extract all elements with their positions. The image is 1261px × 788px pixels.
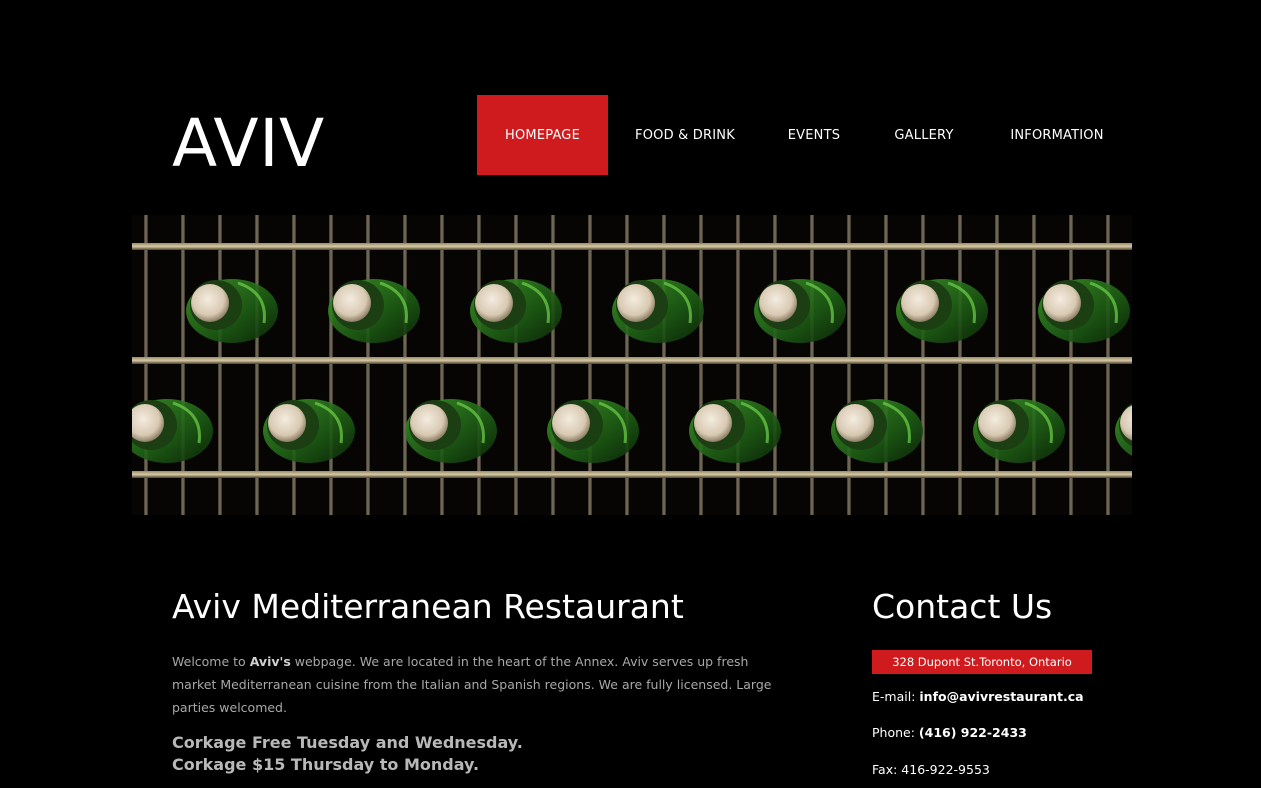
wine-bottle	[470, 279, 562, 343]
corkage-line-2: Corkage $15 Thursday to Monday.	[172, 755, 480, 774]
wine-bottle	[831, 399, 923, 463]
rack-post	[736, 215, 740, 515]
rack-post	[366, 215, 370, 515]
rack-post	[699, 215, 703, 515]
rack-post	[551, 215, 555, 515]
wine-bottle	[186, 279, 278, 343]
rack-post	[995, 215, 999, 515]
wine-bottle	[1038, 279, 1130, 343]
rack-post	[1106, 215, 1110, 515]
welcome-text: Welcome to Aviv's webpage. We are locate…	[172, 650, 772, 719]
rack-post	[884, 215, 888, 515]
nav-item-gallery[interactable]: GALLERY	[866, 95, 982, 175]
rack-shelf	[132, 357, 1132, 364]
rack-post	[329, 215, 333, 515]
email-link[interactable]: info@avivrestaurant.ca	[919, 689, 1083, 704]
wine-bottle	[754, 279, 846, 343]
corkage-info: Corkage Free Tuesday and Wednesday. Cork…	[172, 732, 523, 776]
rack-post	[662, 215, 666, 515]
email-label: E-mail:	[872, 689, 920, 704]
wine-bottle	[547, 399, 639, 463]
rack-shelf	[132, 471, 1132, 478]
welcome-prefix: Welcome to	[172, 654, 250, 669]
contact-title: Contact Us	[872, 587, 1053, 626]
rack-post	[773, 215, 777, 515]
wine-bottle	[896, 279, 988, 343]
rack-post	[440, 215, 444, 515]
wine-bottle	[328, 279, 420, 343]
wine-bottle	[973, 399, 1065, 463]
rack-post	[1032, 215, 1036, 515]
welcome-brand: Aviv's	[249, 654, 291, 669]
nav-item-homepage[interactable]: HOMEPAGE	[477, 95, 608, 175]
rack-post	[958, 215, 962, 515]
fax-value: 416-922-9553	[901, 762, 990, 777]
phone-label: Phone:	[872, 725, 919, 740]
address-badge: 328 Dupont St.Toronto, Ontario	[872, 650, 1092, 674]
site-logo[interactable]: AVIV	[172, 104, 325, 184]
corkage-line-1: Corkage Free Tuesday and Wednesday.	[172, 733, 523, 752]
rack-post	[292, 215, 296, 515]
rack-post	[625, 215, 629, 515]
main-title: Aviv Mediterranean Restaurant	[172, 587, 684, 626]
rack-post	[514, 215, 518, 515]
rack-post	[477, 215, 481, 515]
rack-post	[588, 215, 592, 515]
wine-bottle	[405, 399, 497, 463]
wine-bottle	[263, 399, 355, 463]
phone-value: (416) 922-2433	[918, 725, 1027, 740]
contact-email: E-mail: info@avivrestaurant.ca	[872, 687, 1084, 707]
nav-item-events[interactable]: EVENTS	[762, 95, 866, 175]
contact-fax: Fax: 416-922-9553	[872, 760, 990, 780]
rack-post	[218, 215, 222, 515]
wine-bottle	[689, 399, 781, 463]
rack-post	[403, 215, 407, 515]
rack-post	[255, 215, 259, 515]
fax-label: Fax:	[872, 762, 902, 777]
contact-phone: Phone: (416) 922-2433	[872, 723, 1027, 743]
rack-post	[921, 215, 925, 515]
hero-image	[132, 215, 1132, 515]
rack-shelf	[132, 243, 1132, 250]
nav-item-food-drink[interactable]: FOOD & DRINK	[608, 95, 762, 175]
page: AVIV HOMEPAGE FOOD & DRINK EVENTS GALLER…	[0, 0, 1261, 788]
wine-rack-illustration	[132, 215, 1132, 515]
rack-post	[1069, 215, 1073, 515]
nav-item-information[interactable]: INFORMATION	[982, 95, 1132, 175]
rack-post	[810, 215, 814, 515]
rack-post	[181, 215, 185, 515]
main-nav: HOMEPAGE FOOD & DRINK EVENTS GALLERY INF…	[477, 95, 1132, 175]
rack-post	[144, 215, 148, 515]
rack-post	[847, 215, 851, 515]
wine-bottle	[612, 279, 704, 343]
